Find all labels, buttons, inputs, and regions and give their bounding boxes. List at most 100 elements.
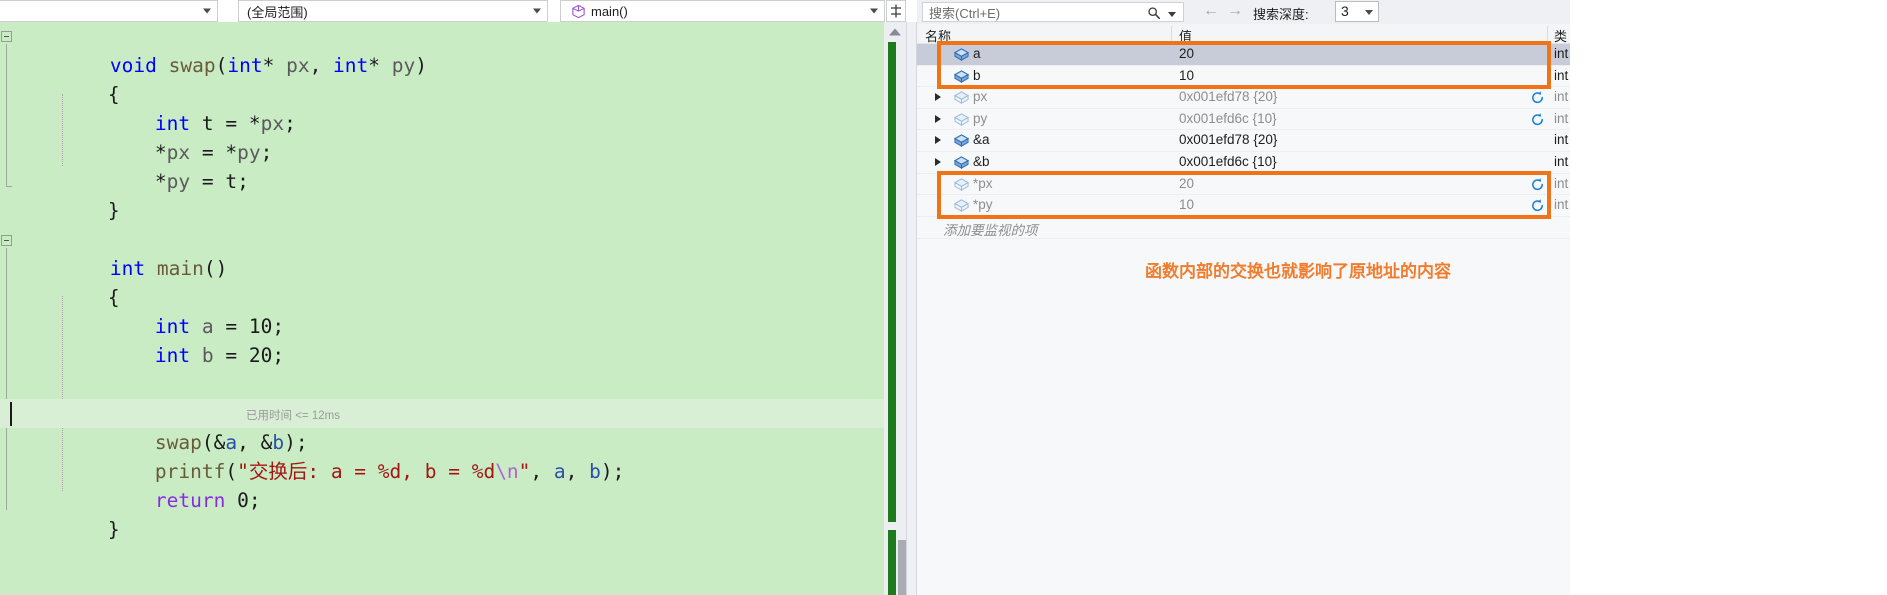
variable-cube-icon	[953, 90, 970, 105]
chevron-down-icon	[533, 8, 541, 14]
code-line-1: void swap(int* px, int* py)	[109, 54, 427, 77]
variable-cube-icon	[953, 198, 970, 213]
refresh-icon[interactable]	[1530, 198, 1545, 213]
nav-scope-dropdown[interactable]: (全局范围)	[238, 0, 548, 22]
watch-row[interactable]: *py 10 int	[917, 195, 1570, 217]
watch-row-name: *py	[973, 197, 993, 213]
refresh-icon[interactable]	[1530, 112, 1545, 127]
nav-function-dropdown[interactable]: main()	[560, 0, 885, 22]
expander-triangle-icon[interactable]	[935, 158, 941, 166]
refresh-icon[interactable]	[1530, 177, 1545, 192]
watch-add-item-placeholder: 添加要监视的项	[943, 223, 1038, 238]
search-options-chevron-icon[interactable]	[1168, 12, 1176, 17]
watch-row-name: px	[973, 89, 988, 105]
watch-row-type: int	[1554, 89, 1569, 105]
chevron-down-icon	[1365, 10, 1373, 15]
debugger-window: (全局范围) main() void swap(int* px, int* py…	[0, 0, 1887, 595]
watch-row[interactable]: &b 0x001efd6c {10} int	[917, 152, 1570, 174]
code-editor[interactable]: void swap(int* px, int* py) { int t = *p…	[0, 22, 884, 595]
watch-row-value[interactable]: 0x001efd6c {10}	[1179, 111, 1277, 126]
search-placeholder-text: 搜索(Ctrl+E)	[929, 5, 1001, 21]
watch-row-value[interactable]: 0x001efd6c {10}	[1179, 154, 1277, 169]
variable-cube-icon	[953, 155, 970, 170]
search-next-button[interactable]: →	[1227, 3, 1243, 19]
watch-row-name: a	[973, 46, 981, 61]
refresh-icon[interactable]	[1530, 90, 1545, 105]
watch-row-value[interactable]: 20	[1179, 46, 1194, 61]
variable-cube-icon	[953, 47, 970, 62]
watch-row-value[interactable]: 20	[1179, 176, 1194, 191]
variable-cube-icon	[953, 133, 970, 148]
code-line-10: int a = 10;	[154, 315, 285, 338]
scrollbar-annotation-green-lower	[888, 530, 896, 595]
watch-add-item-row[interactable]: 添加要监视的项	[917, 217, 1570, 239]
code-line-15: printf("交换后: a = %d, b = %d\n", a, b);	[154, 460, 625, 483]
watch-row[interactable]: b 10 int	[917, 66, 1570, 88]
code-line-11: int b = 20;	[154, 344, 285, 367]
column-header-value[interactable]: 值	[1179, 26, 1192, 45]
watch-row-type: int	[1554, 175, 1569, 191]
variable-cube-icon	[953, 69, 970, 84]
watch-row-type: int	[1554, 110, 1569, 126]
watch-grid[interactable]: 名称 值 类 a 20 int b 10 int px 0x001efd78 {20} int p…	[917, 24, 1570, 595]
watch-row-type: int	[1554, 154, 1569, 169]
watch-row-value[interactable]: 0x001efd78 {20}	[1179, 132, 1277, 147]
variable-cube-icon	[953, 177, 970, 192]
column-header-type[interactable]: 类	[1554, 26, 1567, 45]
code-line-8: int main()	[109, 257, 228, 280]
search-icon[interactable]	[1147, 6, 1161, 20]
watch-row-name: *px	[973, 175, 993, 191]
column-divider-1[interactable]	[1171, 26, 1172, 42]
search-depth-select[interactable]: 3	[1335, 1, 1379, 22]
watch-grid-header: 名称 值 类	[917, 24, 1570, 44]
code-line-6: }	[107, 199, 120, 222]
elapsed-time-adornment: 已用时间 <= 12ms	[246, 410, 340, 422]
watch-row-value[interactable]: 0x001efd78 {20}	[1179, 89, 1277, 104]
chevron-down-icon	[870, 8, 878, 14]
search-input[interactable]: 搜索(Ctrl+E)	[922, 2, 1184, 22]
watch-row-name: &a	[973, 132, 990, 148]
watch-row-name: b	[973, 67, 981, 83]
chevron-down-icon	[203, 8, 211, 14]
expander-triangle-icon[interactable]	[935, 93, 941, 102]
code-line-5: *py = t;	[107, 170, 249, 193]
nav-scope-label: (全局范围)	[247, 4, 308, 20]
watch-row-value[interactable]: 10	[1179, 197, 1194, 212]
panel-splitter[interactable]	[906, 22, 917, 595]
code-line-4: *px = *py;	[107, 141, 273, 164]
search-prev-button[interactable]: ←	[1203, 3, 1219, 19]
watch-toolbar: 搜索(Ctrl+E) ← → 搜索深度: 3	[917, 0, 1570, 24]
text-caret	[10, 402, 12, 426]
watch-row[interactable]: px 0x001efd78 {20} int	[917, 87, 1570, 109]
watch-row[interactable]: py 0x001efd6c {10} int	[917, 109, 1570, 131]
annotation-text: 函数内部的交换也就影响了原地址的内容	[1145, 262, 1451, 282]
watch-row[interactable]: a 20 int	[917, 44, 1570, 66]
method-cube-icon	[571, 4, 586, 19]
watch-row-value[interactable]: 10	[1179, 68, 1194, 83]
watch-row[interactable]: &a 0x001efd78 {20} int	[917, 130, 1570, 152]
watch-row-type: int	[1554, 46, 1569, 61]
code-line-16: return 0;	[154, 489, 261, 512]
nav-project-dropdown[interactable]	[0, 0, 218, 22]
nav-function-label: main()	[591, 3, 628, 19]
column-header-name[interactable]: 名称	[925, 26, 951, 45]
expander-triangle-icon[interactable]	[935, 114, 941, 123]
watch-row[interactable]: *px 20 int	[917, 174, 1570, 196]
scrollbar-up-button[interactable]	[884, 22, 906, 42]
watch-row-name: py	[973, 110, 988, 126]
code-line-14-current: swap(&a, &b);	[0, 399, 884, 454]
watch-row-type: int	[1554, 132, 1569, 148]
search-depth-value: 3	[1341, 3, 1349, 19]
code-text[interactable]: void swap(int* px, int* py) { int t = *p…	[0, 22, 884, 595]
code-line-13: printf("交换前: a = %d, b = %d\n", a, b);	[0, 370, 884, 425]
watch-row-type: int	[1554, 67, 1569, 83]
watch-row-type: int	[1554, 197, 1569, 213]
code-line-17: }	[107, 518, 120, 541]
column-divider-2[interactable]	[1547, 26, 1548, 42]
expander-triangle-icon[interactable]	[935, 136, 941, 145]
code-line-9: {	[107, 286, 120, 309]
variable-cube-icon	[953, 112, 970, 127]
split-editor-button[interactable]	[886, 0, 906, 22]
